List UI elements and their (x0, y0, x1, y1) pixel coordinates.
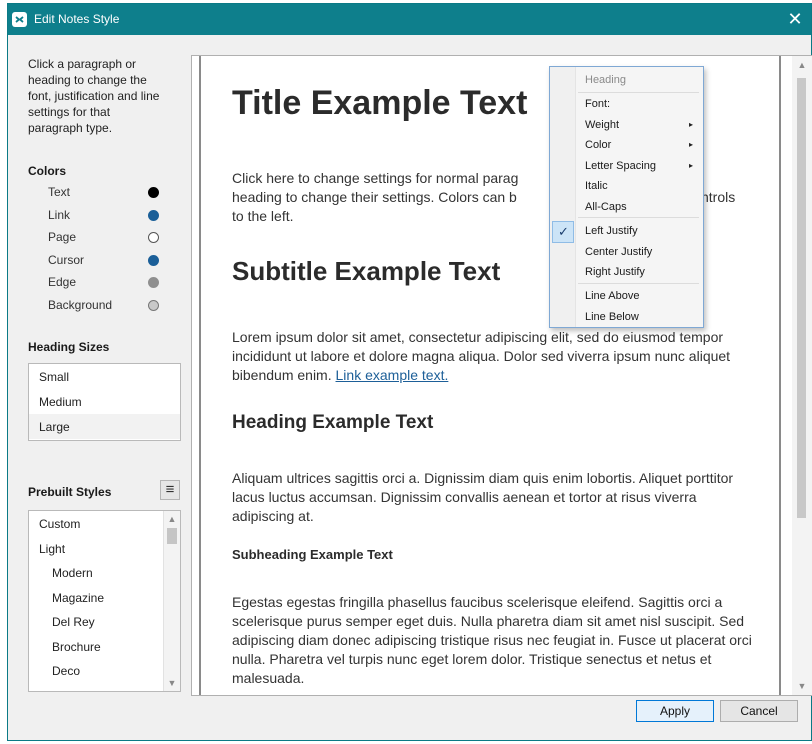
menu-item-color[interactable]: Color (585, 137, 611, 153)
submenu-arrow-icon: ▸ (689, 160, 694, 170)
color-swatch[interactable] (148, 187, 159, 198)
settings-sidebar: Click a paragraph or heading to change t… (8, 35, 188, 740)
preview-egestas-paragraph[interactable]: Egestas egestas fringilla phasellus fauc… (232, 593, 752, 688)
menu-item-all-caps[interactable]: All-Caps (585, 199, 627, 215)
heading-size-large[interactable]: Large (29, 414, 180, 439)
color-label: Page (48, 230, 77, 245)
prebuilt-scrollbar[interactable]: ▲ ▼ (163, 511, 180, 691)
menu-item-center-justify[interactable]: Center Justify (585, 244, 652, 260)
preview-body-line-1[interactable]: Click here to change settings for normal… (232, 169, 592, 188)
menu-separator (578, 92, 699, 93)
preview-title[interactable]: Title Example Text (232, 84, 527, 123)
preview-body-fragment[interactable]: ntrols (701, 188, 761, 207)
menu-header: Heading (585, 74, 626, 86)
color-label: Edge (48, 275, 77, 290)
color-row-edge[interactable]: Edge (48, 273, 168, 293)
preview-body-line-3[interactable]: to the left. (232, 207, 592, 226)
color-label: Cursor (48, 252, 85, 267)
prebuilt-style-item[interactable]: Deco (29, 658, 163, 683)
prebuilt-styles-title: Prebuilt Styles (28, 485, 112, 499)
color-swatch[interactable] (148, 254, 159, 266)
prebuilt-style-item[interactable]: Custom (29, 511, 163, 536)
color-swatch[interactable] (148, 300, 159, 311)
prebuilt-style-item[interactable]: Modern (29, 560, 163, 585)
color-row-background[interactable]: Background (48, 296, 168, 316)
preview-scrollbar[interactable]: ▲ ▼ (792, 56, 812, 695)
scroll-thumb[interactable] (797, 78, 806, 518)
edit-notes-style-dialog: Edit Notes Style ✕ Click a paragraph or … (7, 3, 812, 741)
color-row-link[interactable]: Link (48, 206, 168, 226)
color-label: Background (48, 298, 113, 312)
menu-item-italic[interactable]: Italic (585, 178, 608, 194)
color-swatch[interactable] (148, 232, 159, 244)
submenu-arrow-icon: ▸ (689, 119, 694, 129)
submenu-arrow-icon: ▸ (689, 140, 694, 149)
color-swatch[interactable] (148, 209, 159, 221)
lorem-text: Lorem ipsum dolor sit amet, consectetur … (232, 329, 731, 383)
link-example[interactable]: Link example text. (336, 367, 449, 383)
scroll-down-icon[interactable]: ▼ (164, 675, 180, 691)
menu-separator (578, 283, 699, 284)
menu-icon-gutter (550, 67, 576, 327)
check-icon: ✓ (558, 224, 569, 239)
menu-item-left-justify[interactable]: Left Justify (585, 223, 638, 239)
prebuilt-styles-list: Custom Light Modern Magazine Del Rey Brochure… (28, 510, 181, 692)
heading-size-medium[interactable]: Medium (29, 389, 180, 414)
preview-heading[interactable]: Heading Example Text (232, 412, 433, 434)
menu-separator (578, 217, 699, 218)
apply-button[interactable]: Apply (636, 700, 714, 722)
menu-item-weight[interactable]: Weight (585, 117, 619, 133)
color-row-text[interactable]: Text (48, 183, 168, 203)
prebuilt-style-item[interactable]: Light (29, 536, 163, 561)
cancel-button[interactable]: Cancel (720, 700, 798, 722)
preview-subheading[interactable]: Subheading Example Text (232, 547, 393, 562)
title-bar: Edit Notes Style ✕ (8, 4, 811, 35)
menu-item-right-justify[interactable]: Right Justify (585, 264, 645, 280)
prebuilt-style-item[interactable]: Magazine (29, 585, 163, 610)
menu-item-font[interactable]: Font: (585, 96, 610, 112)
close-icon[interactable]: ✕ (783, 7, 807, 31)
window-title: Edit Notes Style (34, 12, 120, 26)
preview-subtitle[interactable]: Subtitle Example Text (232, 256, 500, 287)
app-icon (12, 12, 27, 27)
heading-context-menu: Heading Font: Weight ▸ Color ▸ Letter Spacing… (549, 66, 704, 328)
colors-section-title: Colors (28, 164, 67, 178)
color-label: Text (48, 185, 71, 199)
color-row-cursor[interactable]: Cursor (48, 251, 168, 271)
menu-item-letter-spacing[interactable]: Letter Spacing (585, 158, 656, 174)
instructions-text: Click a paragraph or heading to change t… (28, 57, 160, 135)
scroll-up-icon[interactable]: ▲ (794, 57, 810, 73)
scroll-up-icon[interactable]: ▲ (164, 511, 180, 527)
preview-aliquam-paragraph[interactable]: Aliquam ultrices sagittis orci a. Dignis… (232, 469, 752, 526)
scroll-thumb[interactable] (167, 528, 177, 544)
menu-item-line-above[interactable]: Line Above (585, 288, 639, 304)
style-preview-pane: Title Example Text Click here to change … (191, 55, 812, 696)
preview-body-line-2[interactable]: heading to change their settings. Colors… (232, 188, 592, 207)
heading-size-small[interactable]: Small (29, 364, 180, 389)
heading-sizes-title: Heading Sizes (28, 340, 110, 354)
heading-sizes-list: Small Medium Large (28, 363, 181, 441)
prebuilt-style-item[interactable]: Brochure (29, 634, 163, 659)
color-label: Link (48, 207, 71, 222)
menu-item-line-below[interactable]: Line Below (585, 309, 639, 325)
color-row-page[interactable]: Page (48, 228, 168, 248)
prebuilt-menu-button[interactable]: ≡ (160, 480, 180, 500)
color-swatch[interactable] (148, 277, 159, 289)
scroll-down-icon[interactable]: ▼ (794, 678, 810, 694)
preview-lorem-paragraph[interactable]: Lorem ipsum dolor sit amet, consectetur … (232, 328, 752, 385)
prebuilt-style-item[interactable]: Del Rey (29, 609, 163, 634)
